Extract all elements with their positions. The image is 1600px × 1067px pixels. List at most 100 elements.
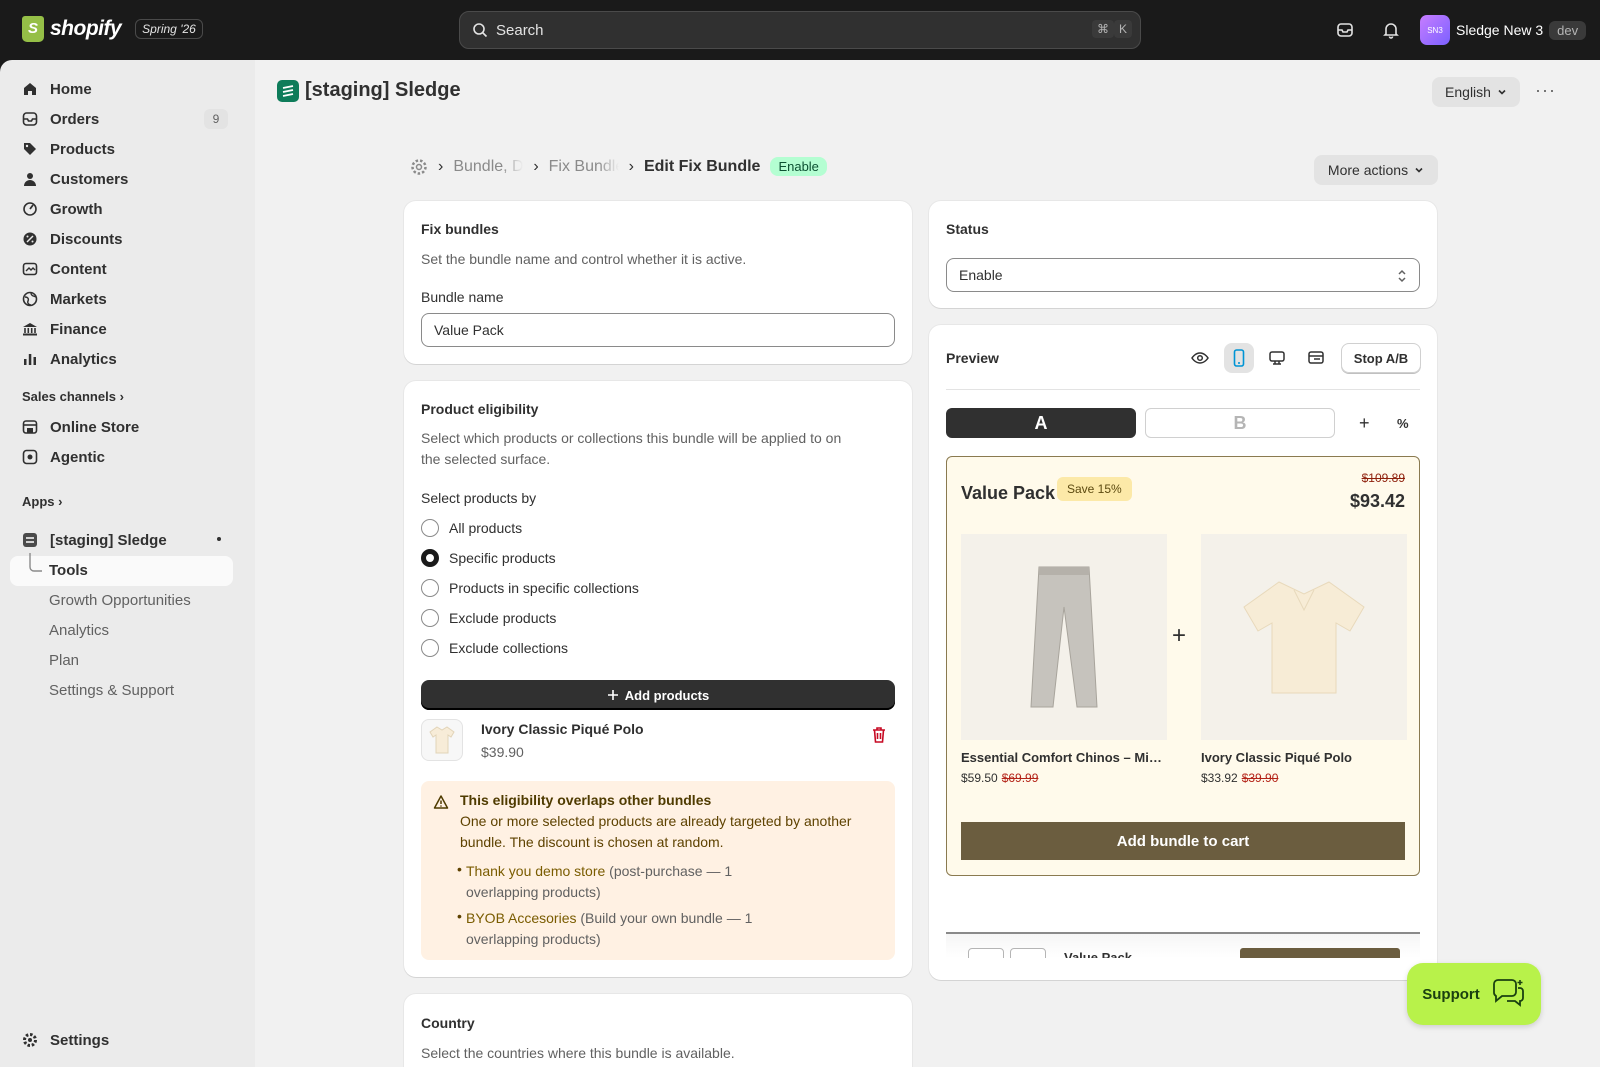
overlap-item-2: BYOB Accesories (Build your own bundle —… (466, 908, 752, 929)
sticky-thumb-1 (968, 948, 1004, 958)
add-variant-button[interactable]: + (1359, 413, 1370, 434)
sidebar-item-home[interactable]: Home (22, 77, 92, 101)
shopify-logo[interactable]: shopify Spring '26 (22, 16, 203, 42)
bundle-name-input[interactable]: Value Pack (421, 313, 895, 347)
overlap-link-thank-you-store[interactable]: Thank you demo store (466, 863, 605, 879)
sidebar-item-products[interactable]: Products (22, 137, 115, 161)
desktop-view-icon[interactable] (1262, 343, 1292, 373)
sidebar-item-label: Orders (50, 110, 100, 128)
breadcrumb-fix-bundles[interactable]: Fix Bundles (549, 158, 619, 176)
sticky-title: Value Pack (1064, 950, 1132, 958)
edition-badge: Spring '26 (135, 19, 203, 39)
growth-icon (22, 201, 38, 217)
apps-heading[interactable]: Apps › (22, 494, 62, 509)
inbox-icon[interactable] (1334, 19, 1356, 41)
mobile-view-icon[interactable] (1224, 343, 1254, 373)
stop-ab-button[interactable]: Stop A/B (1341, 343, 1421, 373)
overlap-item-1-detail: (post-purchase — 1 (605, 863, 733, 879)
overlap-warning-banner: This eligibility overlaps other bundles … (421, 781, 895, 960)
sidebar-item-label: Online Store (50, 418, 140, 436)
radio-circle (421, 609, 439, 627)
add-products-button[interactable]: Add products (421, 680, 895, 710)
sidebar-item-sledge-app[interactable]: [staging] Sledge (22, 528, 167, 552)
sidebar-item-customers[interactable]: Customers (22, 167, 128, 191)
breadcrumb: › Bundle, Discounts › Fix Bundles › Edit… (410, 157, 827, 176)
product-image-polo (1201, 534, 1407, 740)
sidebar-item-discounts[interactable]: Discounts (22, 227, 123, 251)
widget-new-total: $93.42 (1349, 491, 1405, 511)
sidebar-item-agentic[interactable]: Agentic (22, 445, 105, 469)
variant-a-tab[interactable]: A (946, 408, 1136, 438)
widget-product-1-price: $59.50 $69.99 (961, 771, 1038, 785)
polo-shirt-icon (429, 726, 455, 754)
sales-channels-label: Sales channels (22, 389, 116, 404)
sidebar-item-markets[interactable]: Markets (22, 287, 107, 311)
plus-separator-icon: + (1172, 622, 1187, 649)
sidebar-subitem-analytics[interactable]: Analytics (49, 622, 109, 639)
product-thumbnail (421, 719, 463, 761)
radio-specific-products[interactable]: Specific products (421, 549, 556, 567)
settings-cog-icon[interactable] (410, 158, 428, 176)
overlap-link-byob[interactable]: BYOB Accesories (466, 910, 577, 926)
delete-icon[interactable] (871, 726, 887, 744)
status-title: Status (946, 221, 989, 237)
sidebar-subitem-plan[interactable]: Plan (49, 652, 79, 669)
widget-product-1-name: Essential Comfort Chinos – Mis… (961, 750, 1167, 765)
orders-icon (22, 111, 38, 127)
divider (946, 389, 1420, 390)
radio-all-products[interactable]: All products (421, 519, 522, 537)
store-icon (22, 419, 38, 435)
fix-bundles-title: Fix bundles (421, 221, 499, 237)
add-bundle-to-cart-button[interactable]: Add bundle to cart (961, 822, 1405, 860)
sidebar-item-content[interactable]: Content (22, 257, 107, 281)
more-actions-button[interactable]: More actions (1314, 155, 1438, 185)
store-switcher[interactable]: SN3 Sledge New 3 dev (1420, 15, 1587, 45)
eye-icon[interactable] (1185, 343, 1215, 373)
product-image-chinos (961, 534, 1167, 740)
sidebar-item-label: Home (50, 80, 92, 98)
sidebar-item-online-store[interactable]: Online Store (22, 415, 139, 439)
sticky-bar-preview: Value Pack (946, 932, 1420, 958)
percent-split-button[interactable]: % (1397, 416, 1409, 431)
person-icon (22, 171, 38, 187)
sidebar-item-orders[interactable]: Orders (22, 107, 99, 131)
sidebar-subitem-growth-opportunities[interactable]: Growth Opportunities (49, 592, 191, 609)
bell-icon[interactable] (1380, 19, 1402, 41)
radio-label: Specific products (449, 550, 556, 566)
language-select[interactable]: English (1432, 77, 1520, 107)
bundle-name-label: Bundle name (421, 289, 504, 305)
sidebar-item-label: Growth (50, 200, 103, 218)
sales-channels-heading[interactable]: Sales channels › (22, 389, 124, 404)
sidebar-item-finance[interactable]: Finance (22, 317, 107, 341)
sidebar-item-label: Finance (50, 320, 107, 338)
status-select[interactable]: Enable (946, 258, 1420, 292)
sidebar-item-growth[interactable]: Growth (22, 197, 103, 221)
sidebar-item-settings[interactable]: Settings (22, 1028, 109, 1052)
sidebar-subitem-tools[interactable]: Tools (49, 562, 88, 579)
sidebar-item-analytics[interactable]: Analytics (22, 347, 117, 371)
breadcrumb-bundle-discounts[interactable]: Bundle, Discounts (453, 158, 523, 176)
radio-exclude-collections[interactable]: Exclude collections (421, 639, 568, 657)
product-2-price: $33.92 (1201, 771, 1238, 785)
brand-name: shopify (50, 17, 122, 40)
agentic-icon (22, 449, 38, 465)
variant-b-tab[interactable]: B (1145, 408, 1335, 438)
warning-body-line2: bundle. The discount is chosen at random… (460, 834, 724, 850)
layout-variant-icon[interactable] (1301, 343, 1331, 373)
support-button[interactable]: Support (1407, 963, 1541, 1025)
more-menu-icon[interactable]: ··· (1535, 80, 1556, 101)
sidebar-subitem-settings-support[interactable]: Settings & Support (49, 682, 174, 699)
sidebar-item-label: Analytics (50, 350, 117, 368)
more-actions-label: More actions (1327, 162, 1409, 178)
overlap-item-2-line2: overlapping products) (466, 931, 601, 947)
search-input[interactable]: Search ⌘ K (459, 11, 1141, 49)
selected-product-name: Ivory Classic Piqué Polo (481, 721, 644, 737)
radio-exclude-products[interactable]: Exclude products (421, 609, 556, 627)
bundle-widget-preview: Value Pack Save 15% $109.89 $93.42 + Ess… (946, 456, 1420, 876)
alert-triangle-icon (433, 795, 449, 809)
radio-products-in-collections[interactable]: Products in specific collections (421, 579, 639, 597)
radio-circle-checked (421, 549, 439, 567)
country-title: Country (421, 1015, 475, 1031)
radio-circle (421, 519, 439, 537)
sidebar-item-label: Markets (50, 290, 107, 308)
